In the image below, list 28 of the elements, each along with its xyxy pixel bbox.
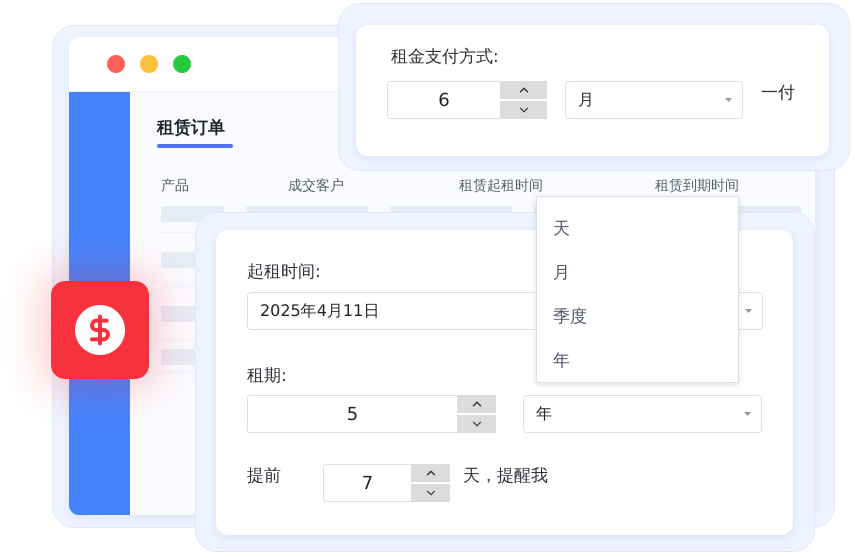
minimize-dot[interactable] [140,55,158,73]
close-dot[interactable] [107,55,125,73]
column-header: 租赁起租时间 [459,177,544,195]
page-title: 租赁订单 [157,117,225,140]
field-label: 租金支付方式: [391,47,499,67]
select-field[interactable]: 年 [523,395,762,433]
caret-icon [744,412,751,416]
number-field[interactable]: 6 [387,81,500,119]
maximize-dot[interactable] [173,55,191,73]
column-header: 成交客户 [288,177,345,195]
field-label: 租期: [247,366,287,386]
column-header: 租赁到期时间 [655,177,740,195]
field-label: 天，提醒我 [463,465,548,487]
step-up-button[interactable] [457,395,496,413]
menu-item[interactable]: 月 [537,250,738,294]
number-field[interactable]: 5 [247,395,457,433]
select-field[interactable]: 月 [565,81,743,119]
field-label: 起租时间: [247,261,321,283]
caret-icon [725,98,732,102]
field-label: 提前 [247,465,282,487]
caret-icon [745,309,752,313]
menu-item[interactable]: 年 [537,338,738,382]
number-field[interactable]: 7 [323,464,411,502]
menu-item[interactable]: 天 [537,206,738,250]
column-header: 产品 [161,177,190,195]
step-up-button[interactable] [411,464,450,482]
dollar-coin-icon [75,305,125,355]
unit-suffix: 一付 [761,82,795,104]
